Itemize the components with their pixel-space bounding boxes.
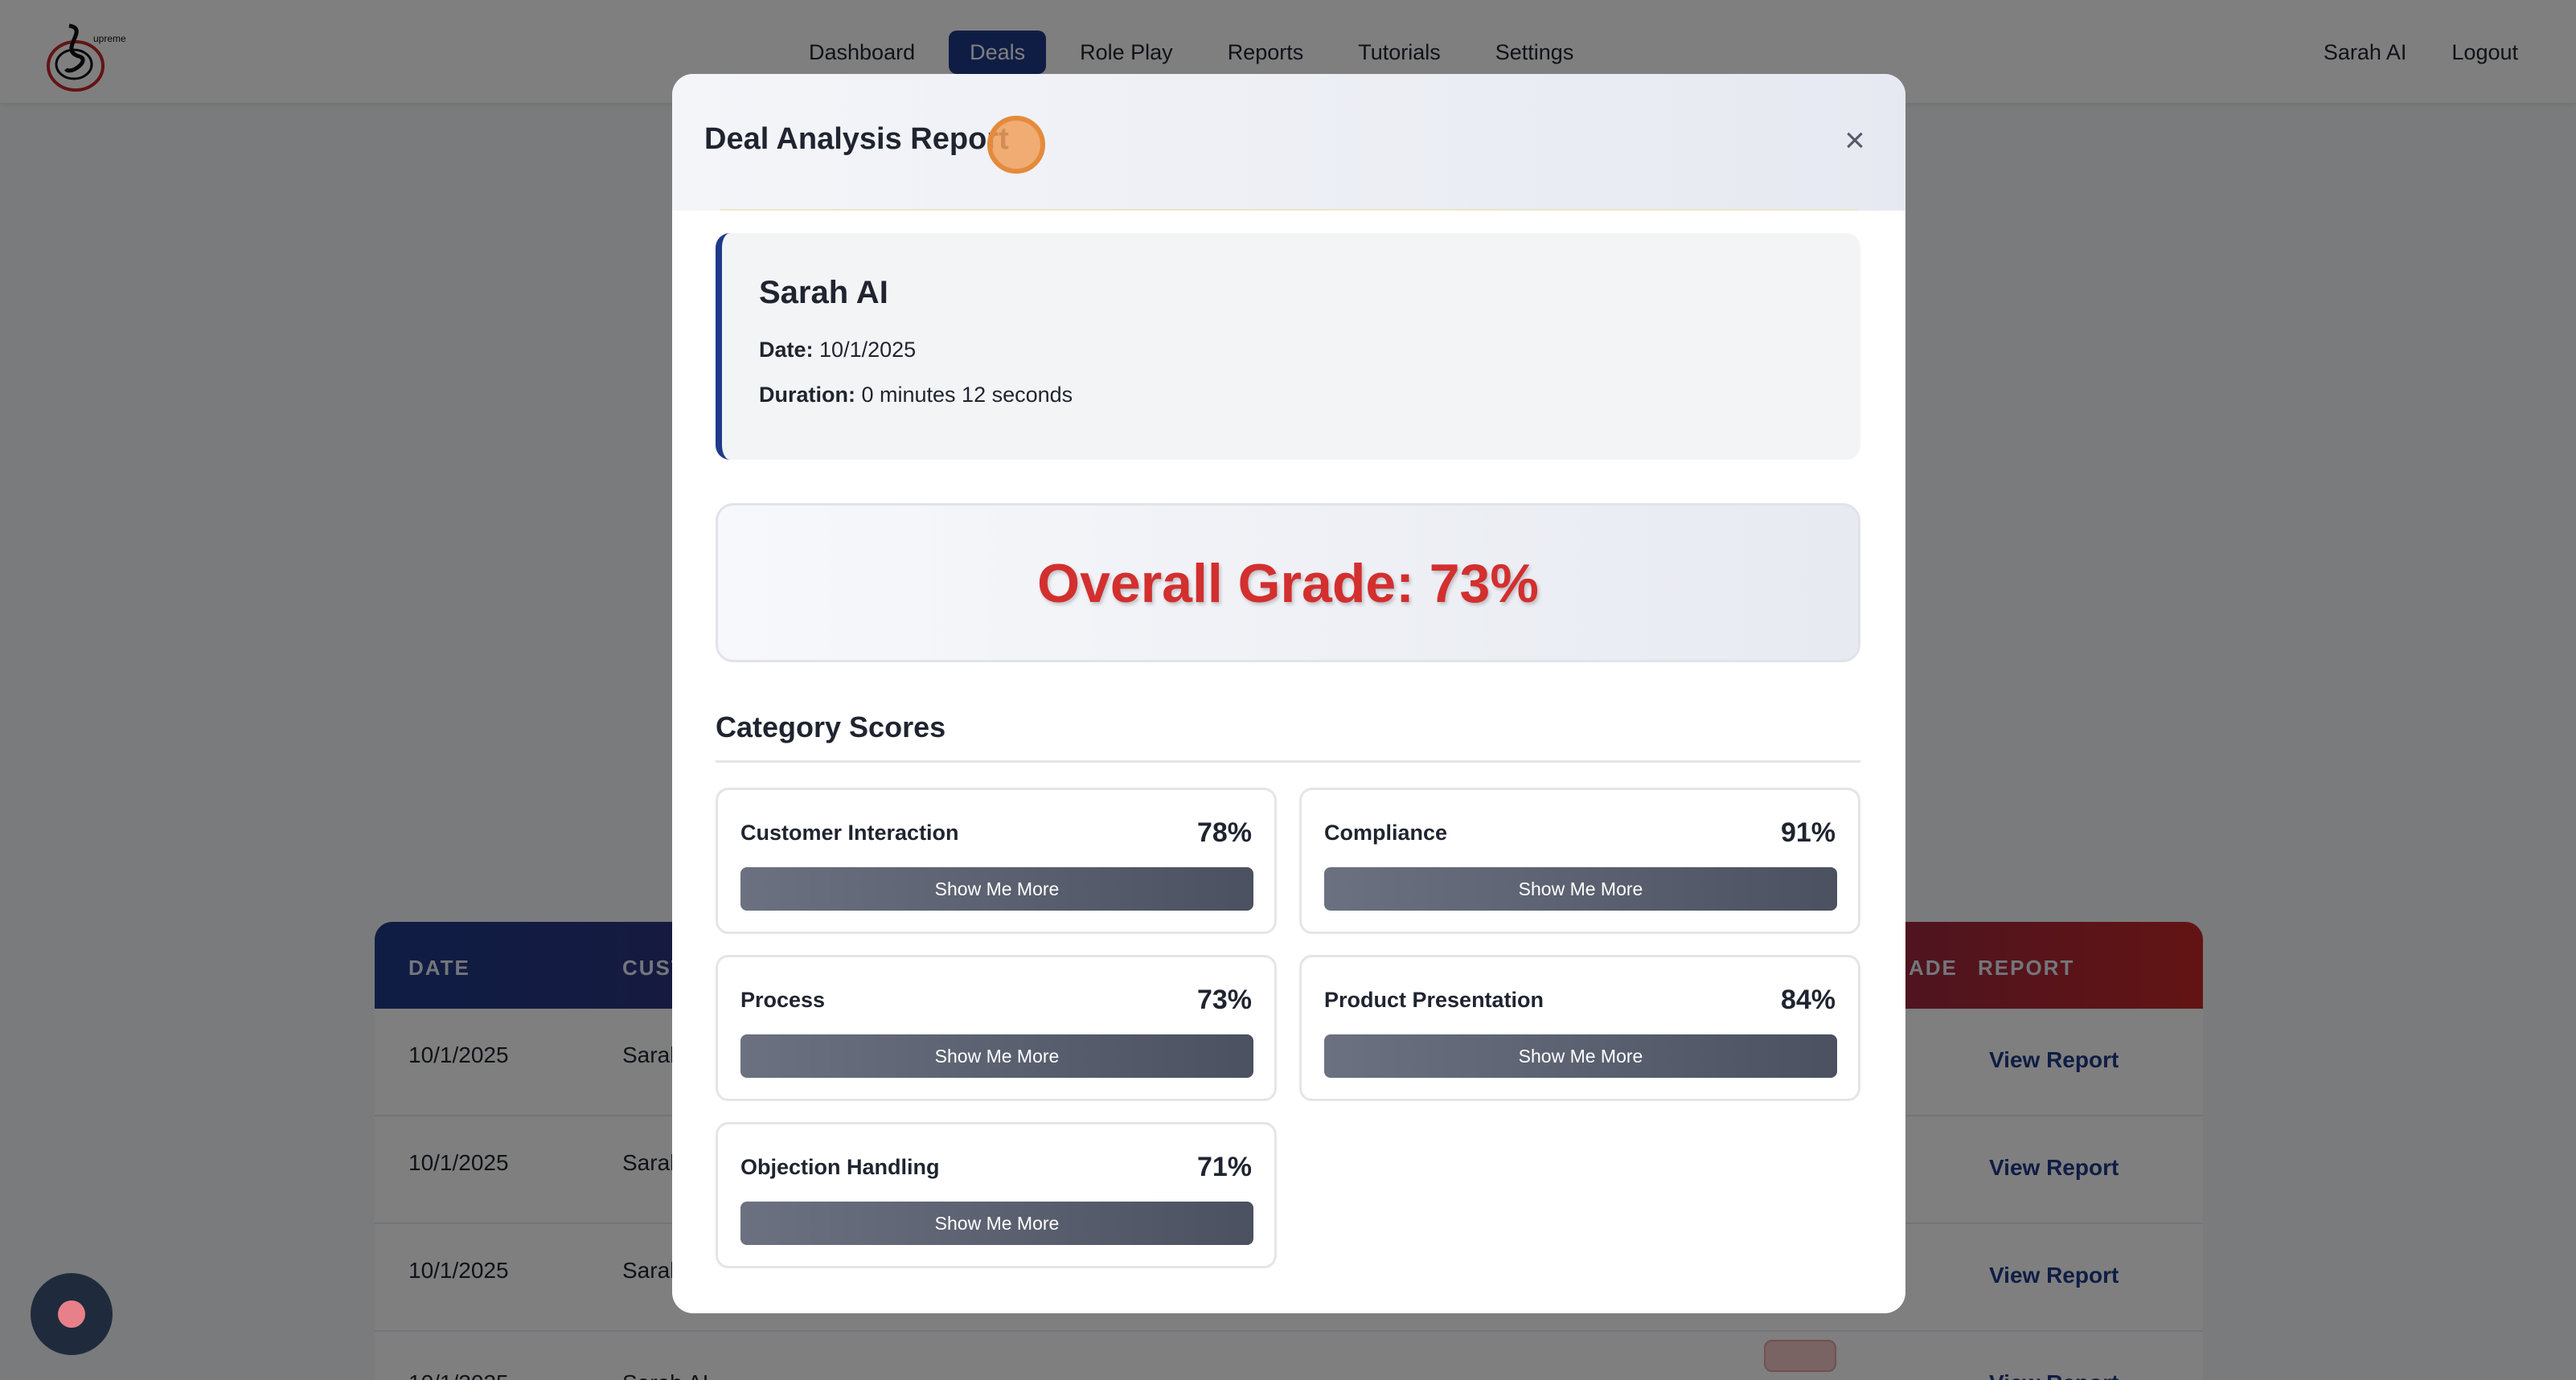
overall-grade: Overall Grade: 73% [1037,553,1539,614]
date-line: Date: 10/1/2025 [759,338,916,362]
duration-label: Duration: [759,383,855,407]
category-score: 91% [1780,817,1836,848]
overall-grade-card: Overall Grade: 73% [716,503,1860,662]
record-icon [58,1300,85,1328]
customer-name: Sarah AI [759,275,888,310]
category-card-compliance: Compliance 91% Show Me More [1299,788,1860,934]
category-scores-title: Category Scores [716,710,946,743]
category-name: Process [740,988,826,1012]
deal-info-card: Sarah AI Date: 10/1/2025 Duration: 0 min… [716,233,1860,460]
show-more-button[interactable]: Show Me More [740,867,1253,911]
category-card-objection-handling: Objection Handling 71% Show Me More [716,1122,1277,1268]
category-card-process: Process 73% Show Me More [716,955,1277,1101]
category-score: 78% [1196,817,1252,848]
deal-analysis-modal: Deal Analysis Report × Sarah AI Date: 10… [672,74,1905,1313]
category-score: 73% [1196,985,1252,1015]
show-more-button[interactable]: Show Me More [1324,867,1837,911]
cursor-indicator [987,116,1045,174]
modal-title: Deal Analysis Report [704,122,1009,156]
show-more-button[interactable]: Show Me More [740,1202,1253,1245]
modal-header: Deal Analysis Report × [672,74,1905,211]
close-icon[interactable]: × [1835,121,1875,161]
category-name: Customer Interaction [740,821,959,845]
duration-value: 0 minutes 12 seconds [861,383,1073,407]
category-name: Product Presentation [1324,988,1544,1012]
category-score: 71% [1196,1152,1252,1182]
show-more-button[interactable]: Show Me More [1324,1034,1837,1078]
category-name: Compliance [1324,821,1448,845]
category-card-product-presentation: Product Presentation 84% Show Me More [1299,955,1860,1101]
category-name: Objection Handling [740,1155,940,1179]
record-button[interactable] [31,1273,113,1355]
category-score: 84% [1780,985,1836,1015]
duration-line: Duration: 0 minutes 12 seconds [759,383,1073,407]
category-divider [716,760,1860,763]
category-card-customer-interaction: Customer Interaction 78% Show Me More [716,788,1277,934]
header-divider [720,209,1857,211]
date-label: Date: [759,338,814,362]
show-more-button[interactable]: Show Me More [740,1034,1253,1078]
date-value: 10/1/2025 [819,338,917,362]
